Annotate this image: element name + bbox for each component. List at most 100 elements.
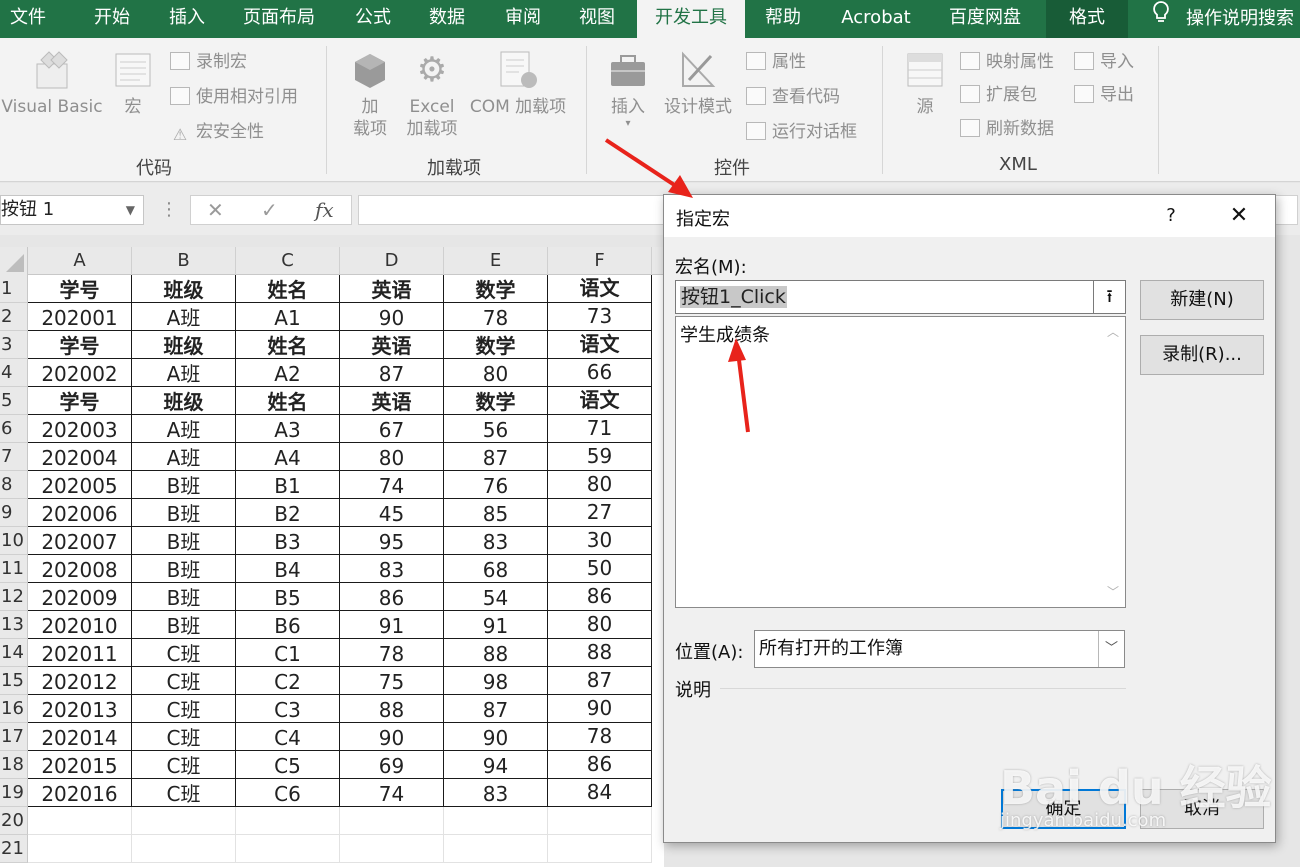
table-cell[interactable]: 80 (340, 443, 444, 471)
table-cell[interactable]: 姓名 (236, 275, 340, 303)
addins-button[interactable]: 加 载项 (344, 50, 396, 140)
list-scrollbar[interactable]: ︿ ﹀ (1103, 317, 1125, 607)
table-cell[interactable]: 87 (548, 667, 652, 695)
tab-view[interactable]: 视图 (568, 0, 626, 38)
com-addins-button[interactable]: COM 加载项 (464, 50, 572, 118)
row-header[interactable]: 9 (0, 499, 28, 527)
row-header[interactable]: 14 (0, 639, 28, 667)
table-cell[interactable]: 英语 (340, 387, 444, 415)
cancel-button[interactable]: 取消 (1140, 789, 1264, 829)
table-cell[interactable]: 94 (444, 751, 548, 779)
table-cell[interactable] (236, 835, 340, 863)
row-header[interactable]: 21 (0, 835, 28, 863)
map-properties-button[interactable]: 映射属性 (960, 50, 1054, 74)
row-header[interactable]: 4 (0, 359, 28, 387)
row-header[interactable]: 17 (0, 723, 28, 751)
row-header[interactable]: 16 (0, 695, 28, 723)
macros-button[interactable]: 宏 (108, 50, 158, 118)
chevron-down-icon[interactable]: ﹀ (1098, 631, 1124, 667)
tab-acrobat[interactable]: Acrobat (828, 0, 924, 38)
column-header-e[interactable]: E (444, 247, 548, 275)
table-cell[interactable]: 86 (548, 583, 652, 611)
table-cell[interactable]: A4 (236, 443, 340, 471)
table-cell[interactable]: 数学 (444, 275, 548, 303)
row-header[interactable]: 13 (0, 611, 28, 639)
table-cell[interactable]: 202004 (28, 443, 132, 471)
table-cell[interactable]: 语文 (548, 275, 652, 303)
table-cell[interactable]: 80 (444, 359, 548, 387)
table-cell[interactable]: C班 (132, 639, 236, 667)
table-cell[interactable] (28, 807, 132, 835)
table-cell[interactable]: 语文 (548, 387, 652, 415)
table-cell[interactable]: C班 (132, 695, 236, 723)
tab-review[interactable]: 审阅 (494, 0, 552, 38)
table-cell[interactable]: B班 (132, 471, 236, 499)
table-cell[interactable]: 英语 (340, 331, 444, 359)
xml-source-button[interactable]: 源 (898, 50, 952, 118)
table-cell[interactable]: 78 (340, 639, 444, 667)
table-cell[interactable]: A班 (132, 303, 236, 331)
table-cell[interactable]: 50 (548, 555, 652, 583)
table-cell[interactable]: 202003 (28, 415, 132, 443)
table-cell[interactable]: 学号 (28, 275, 132, 303)
column-header-a[interactable]: A (28, 247, 132, 275)
table-cell[interactable]: 学号 (28, 387, 132, 415)
design-mode-button[interactable]: 设计模式 (660, 50, 736, 118)
table-cell[interactable]: 90 (548, 695, 652, 723)
table-cell[interactable]: 91 (340, 611, 444, 639)
table-cell[interactable] (444, 807, 548, 835)
macro-name-input[interactable]: 按钮1_Click (675, 280, 1094, 314)
table-cell[interactable]: 姓名 (236, 331, 340, 359)
xml-import-button[interactable]: 导入 (1074, 50, 1134, 74)
table-cell[interactable]: B班 (132, 583, 236, 611)
insert-function-icon[interactable]: fx (315, 196, 334, 224)
row-header[interactable]: 3 (0, 331, 28, 359)
tab-formulas[interactable]: 公式 (344, 0, 402, 38)
resize-handle-icon[interactable]: ⋮ (160, 199, 178, 220)
table-cell[interactable]: 83 (340, 555, 444, 583)
row-header[interactable]: 18 (0, 751, 28, 779)
table-cell[interactable]: 数学 (444, 387, 548, 415)
table-cell[interactable]: 68 (444, 555, 548, 583)
table-cell[interactable]: 班级 (132, 275, 236, 303)
run-dialog-button[interactable]: 运行对话框 (746, 120, 857, 144)
table-cell[interactable]: C班 (132, 667, 236, 695)
macro-list[interactable]: 学生成绩条 ︿ ﹀ (675, 316, 1126, 608)
row-header[interactable]: 11 (0, 555, 28, 583)
table-cell[interactable]: B6 (236, 611, 340, 639)
tab-home[interactable]: 开始 (76, 0, 148, 38)
table-cell[interactable] (548, 807, 652, 835)
tab-data[interactable]: 数据 (418, 0, 476, 38)
table-cell[interactable]: C3 (236, 695, 340, 723)
table-cell[interactable]: A班 (132, 359, 236, 387)
column-header-f[interactable]: F (548, 247, 652, 275)
xml-export-button[interactable]: 导出 (1074, 83, 1134, 107)
help-button[interactable]: ? (1158, 201, 1184, 231)
table-cell[interactable]: 202002 (28, 359, 132, 387)
table-cell[interactable]: A1 (236, 303, 340, 331)
table-cell[interactable]: 75 (340, 667, 444, 695)
table-cell[interactable]: 54 (444, 583, 548, 611)
tab-developer[interactable]: 开发工具 (637, 0, 745, 38)
table-cell[interactable]: 67 (340, 415, 444, 443)
table-cell[interactable]: 202006 (28, 499, 132, 527)
table-cell[interactable]: 87 (444, 443, 548, 471)
table-cell[interactable] (28, 835, 132, 863)
table-cell[interactable]: 45 (340, 499, 444, 527)
table-cell[interactable]: 73 (548, 303, 652, 331)
table-cell[interactable]: 84 (548, 779, 652, 807)
table-cell[interactable]: 88 (340, 695, 444, 723)
table-cell[interactable]: 85 (444, 499, 548, 527)
row-header[interactable]: 1 (0, 275, 28, 303)
table-cell[interactable]: B班 (132, 527, 236, 555)
table-cell[interactable]: 英语 (340, 275, 444, 303)
table-cell[interactable]: 86 (340, 583, 444, 611)
row-header[interactable]: 6 (0, 415, 28, 443)
table-cell[interactable] (132, 835, 236, 863)
table-cell[interactable]: 56 (444, 415, 548, 443)
row-header[interactable]: 2 (0, 303, 28, 331)
ok-button[interactable]: 确定 (1001, 789, 1126, 829)
table-cell[interactable]: C5 (236, 751, 340, 779)
table-cell[interactable]: 91 (444, 611, 548, 639)
row-header[interactable]: 15 (0, 667, 28, 695)
